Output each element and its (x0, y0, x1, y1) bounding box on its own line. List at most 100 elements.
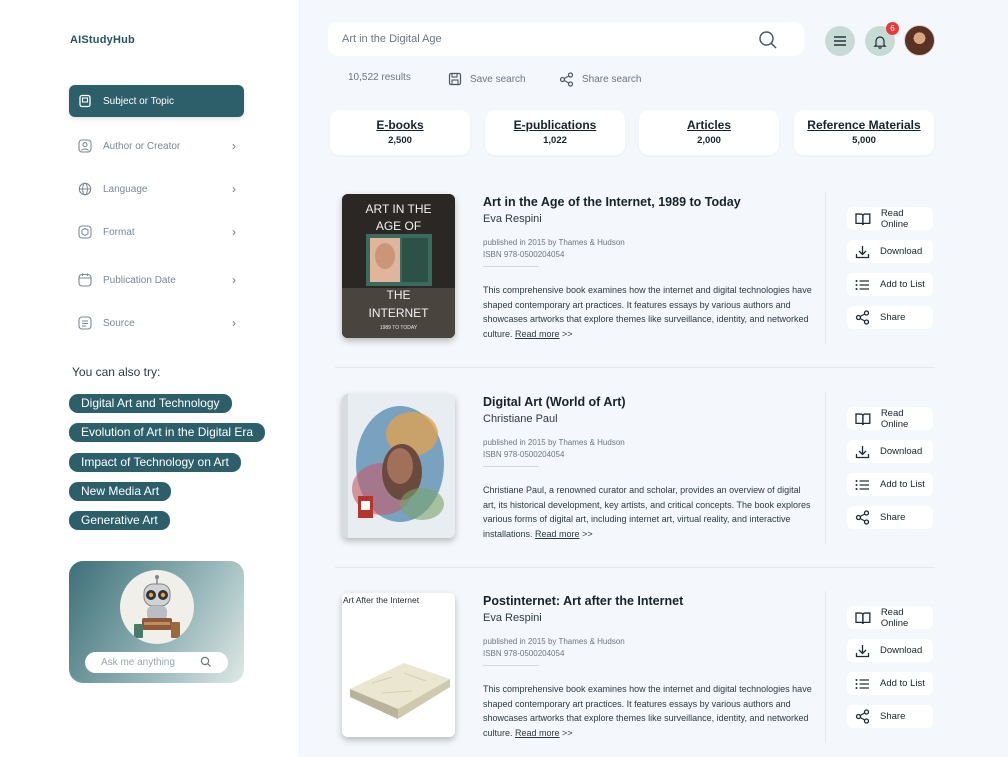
book-title[interactable]: Art in the Age of the Internet, 1989 to … (483, 195, 741, 209)
filter-subject-or-topic[interactable]: Subject or Topic (69, 85, 244, 117)
stat-label: Reference Materials (807, 118, 921, 132)
filter-label: Subject or Topic (103, 95, 174, 107)
read-online-button[interactable]: Read Online (847, 207, 933, 230)
assistant-placeholder: Ask me anything (101, 657, 175, 668)
read-more-link[interactable]: Read more (515, 728, 560, 738)
share-search-button[interactable]: Share search (559, 72, 641, 87)
share-icon (855, 510, 870, 525)
book-cover[interactable] (342, 394, 455, 538)
share-icon (559, 72, 574, 87)
filter-format[interactable]: Format › (69, 216, 244, 248)
isbn: ISBN 978-0500204054 (483, 450, 565, 459)
suggestion-chip[interactable]: New Media Art (69, 482, 172, 501)
description-text: Christiane Paul, a renowned curator and … (483, 485, 811, 539)
book-icon (77, 93, 93, 109)
filter-source[interactable]: Source › (69, 307, 244, 339)
add-to-list-label: Add to List (880, 279, 925, 290)
stat-ebooks[interactable]: E-books 2,500 (330, 110, 470, 155)
suggestion-chip[interactable]: Generative Art (69, 511, 170, 530)
book-author[interactable]: Eva Respini (483, 213, 542, 225)
search-icon[interactable] (758, 30, 778, 53)
filter-author-or-creator[interactable]: Author or Creator › (69, 130, 244, 162)
open-book-icon (855, 212, 871, 225)
search-input[interactable]: Art in the Digital Age (328, 22, 804, 56)
read-more-link[interactable]: Read more (515, 329, 560, 339)
read-more-link[interactable]: Read more (535, 529, 580, 539)
share-label: Share (880, 312, 906, 323)
source-icon (77, 315, 93, 331)
save-search-label: Save search (470, 73, 526, 85)
cover-line: Art After the Internet (343, 595, 420, 605)
divider (335, 567, 935, 568)
book-author[interactable]: Christiane Paul (483, 413, 558, 425)
stat-reference-materials[interactable]: Reference Materials 5,000 (794, 110, 934, 155)
suggestions-title: You can also try: (72, 365, 161, 379)
share-button[interactable]: Share (847, 705, 933, 728)
share-button[interactable]: Share (847, 306, 933, 329)
ai-assistant-card: Ask me anything (69, 561, 244, 683)
share-icon (855, 310, 870, 325)
menu-button[interactable] (825, 26, 855, 56)
stat-articles[interactable]: Articles 2,000 (639, 110, 779, 155)
download-button[interactable]: Download (847, 240, 933, 263)
sidebar: AIStudyHub Subject or Topic Author or Cr… (0, 0, 300, 757)
suggestion-chip[interactable]: Evolution of Art in the Digital Era (69, 423, 266, 442)
save-search-button[interactable]: Save search (448, 72, 526, 86)
filter-label: Publication Date (103, 274, 176, 286)
suggestion-chip[interactable]: Digital Art and Technology (69, 394, 232, 413)
add-to-list-button[interactable]: Add to List (847, 672, 933, 695)
notifications-button[interactable]: 6 (865, 22, 899, 56)
filter-label: Author or Creator (103, 140, 181, 152)
user-avatar[interactable] (904, 25, 935, 56)
stat-label: Articles (686, 118, 732, 132)
divider (483, 266, 539, 267)
list-icon (855, 279, 869, 290)
download-icon (855, 245, 870, 258)
add-to-list-label: Add to List (880, 479, 925, 490)
result-item: ART IN THE AGE OF THE INTERNET 1989 TO T… (335, 192, 935, 362)
hamburger-icon (834, 36, 846, 46)
filter-publication-date[interactable]: Publication Date › (69, 264, 244, 296)
share-label: Share (880, 512, 906, 523)
isbn: ISBN 978-0500204054 (483, 649, 565, 658)
chevron-right-icon: › (232, 139, 236, 153)
book-cover[interactable]: Art After the Internet (342, 593, 455, 737)
download-icon (855, 644, 870, 657)
save-icon (448, 72, 462, 86)
list-icon (855, 678, 869, 689)
download-button[interactable]: Download (847, 440, 933, 463)
suggestion-chip[interactable]: Impact of Technology on Art (69, 453, 241, 472)
assistant-input[interactable]: Ask me anything (85, 652, 228, 673)
book-author[interactable]: Eva Respini (483, 612, 542, 624)
divider (825, 192, 826, 344)
search-icon[interactable] (200, 656, 212, 671)
results-count-label: 10,522 results (348, 72, 411, 83)
add-to-list-button[interactable]: Add to List (847, 473, 933, 496)
share-search-label: Share search (582, 74, 642, 85)
download-button[interactable]: Download (847, 639, 933, 662)
read-online-label: Read Online (880, 606, 909, 629)
read-online-button[interactable]: Read Online (847, 606, 933, 629)
chevron-right-icon: › (232, 273, 236, 287)
add-to-list-button[interactable]: Add to List (847, 273, 933, 296)
share-button[interactable]: Share (847, 506, 933, 529)
download-label: Download (880, 645, 923, 656)
robot-avatar-icon (120, 570, 194, 644)
download-label: Download (880, 246, 923, 257)
book-title[interactable]: Digital Art (World of Art) (483, 395, 626, 409)
stat-epublications[interactable]: E-publications 1,022 (485, 110, 625, 155)
add-to-list-label: Add to List (880, 678, 925, 689)
book-publication: published in 2015 by Thames & Hudson ISB… (483, 636, 625, 660)
book-title[interactable]: Postinternet: Art after the Internet (483, 594, 683, 608)
book-cover[interactable]: ART IN THE AGE OF THE INTERNET 1989 TO T… (342, 194, 455, 338)
app-logo[interactable]: AIStudyHub (70, 34, 135, 46)
read-online-button[interactable]: Read Online (847, 407, 933, 430)
cover-line: 1989 TO TODAY (380, 325, 418, 331)
filter-language[interactable]: Language › (69, 173, 244, 205)
read-online-label: Read Online (880, 207, 909, 230)
stat-count: 1,022 (543, 135, 567, 146)
published-info: published in 2015 by Thames & Hudson (483, 238, 625, 247)
list-icon (855, 479, 869, 490)
isbn: ISBN 978-0500204054 (483, 250, 565, 259)
stat-label: E-publications (513, 118, 597, 132)
